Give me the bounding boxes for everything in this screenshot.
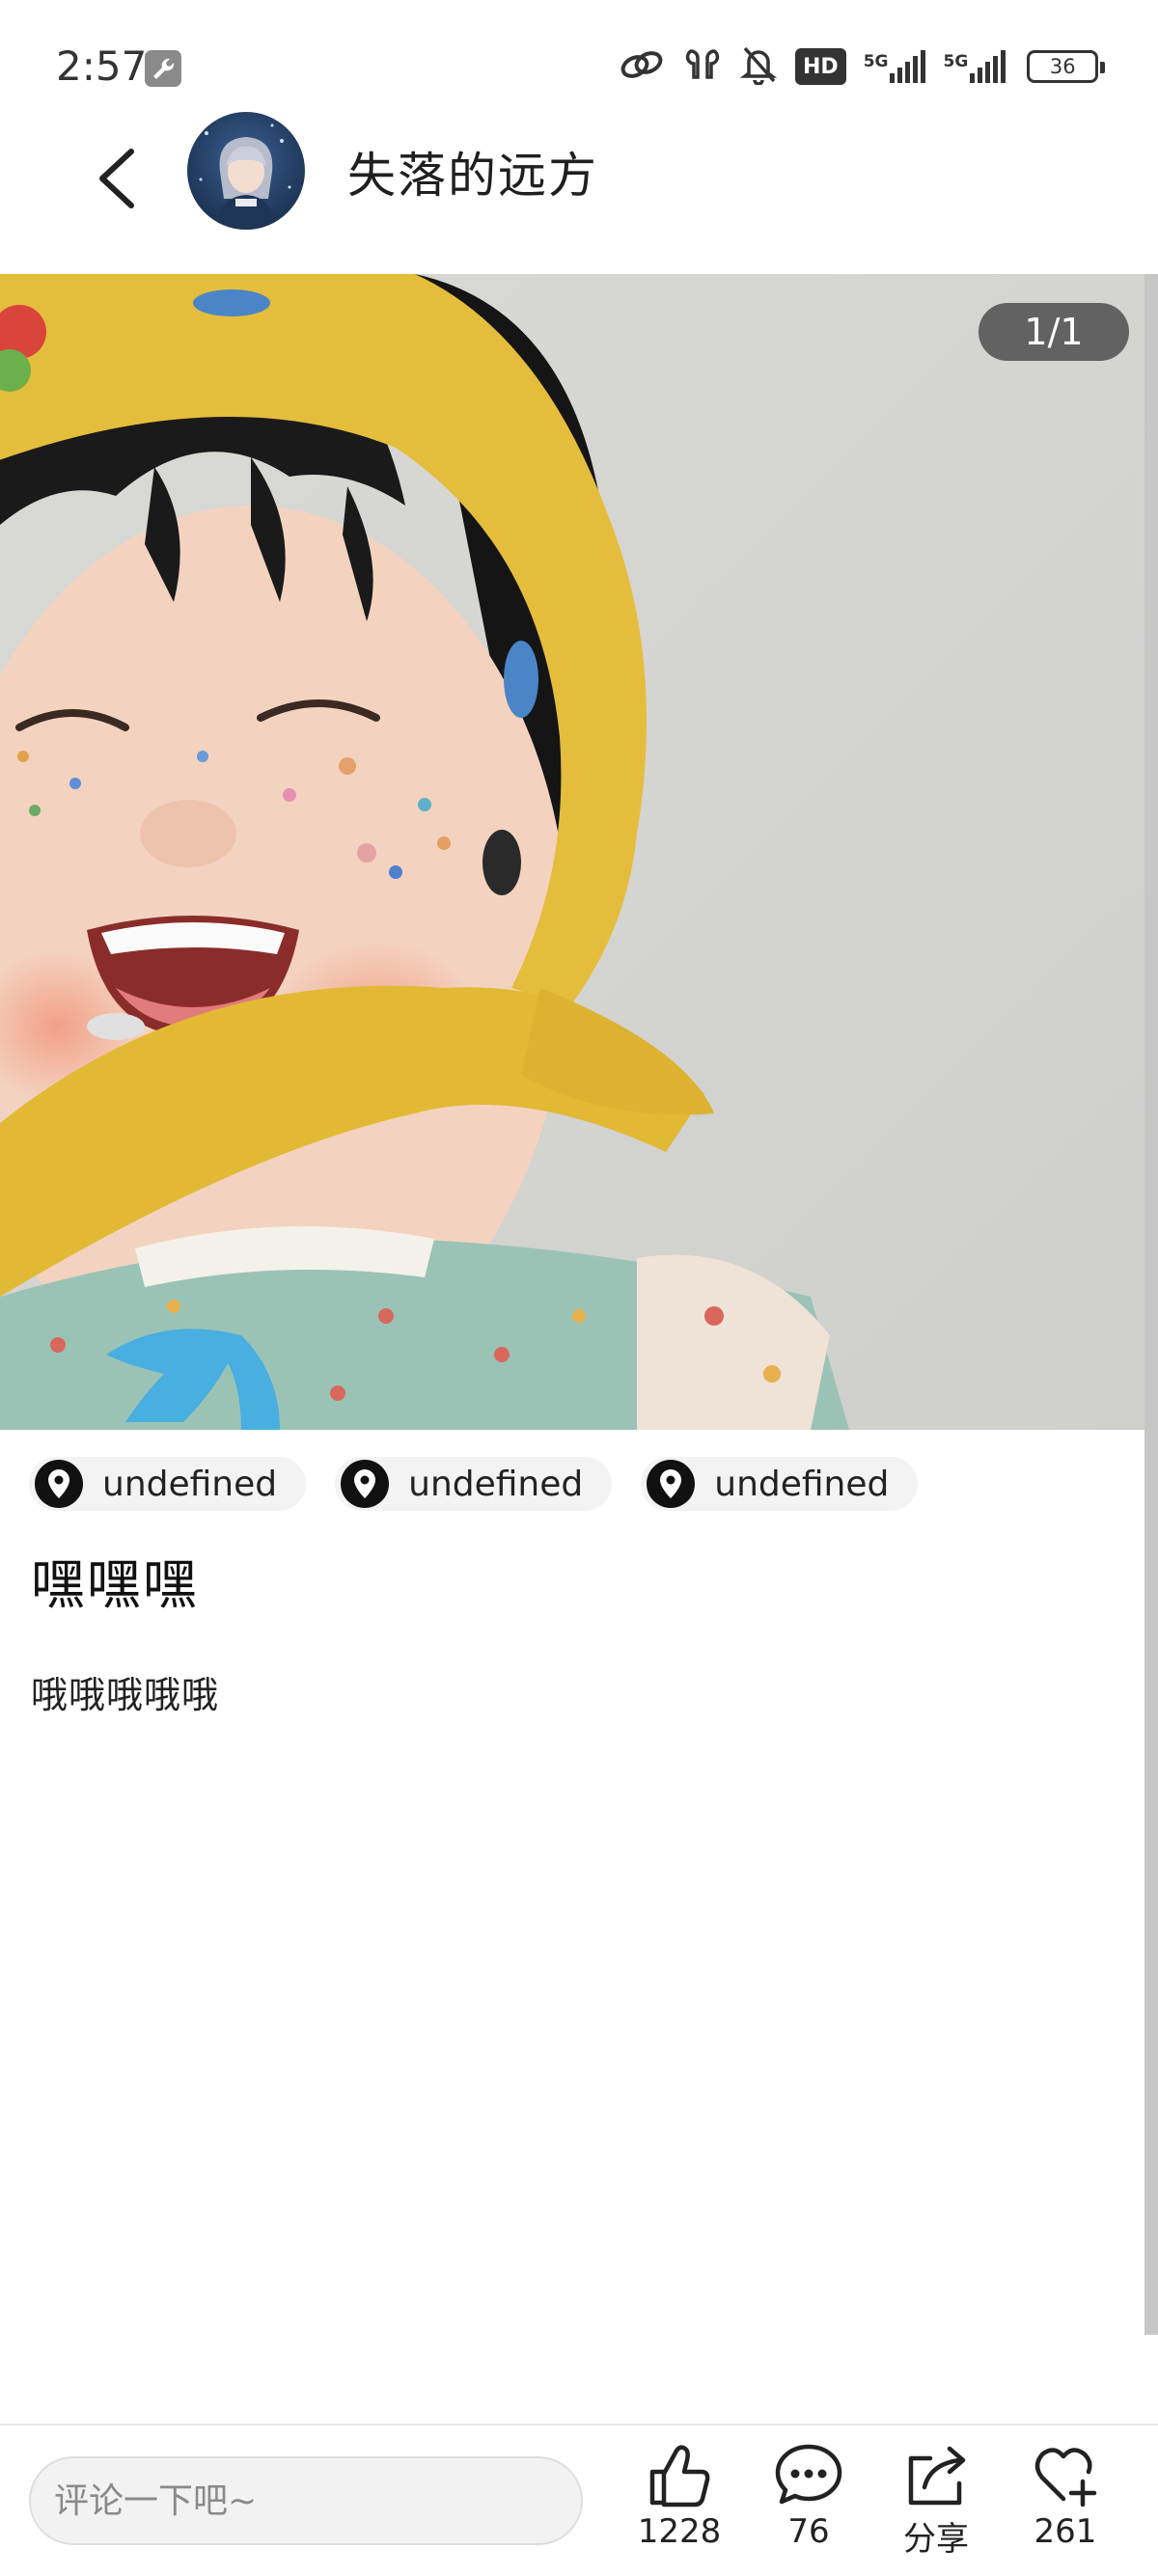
location-tag[interactable]: undefined	[29, 1457, 307, 1511]
back-button[interactable]	[77, 135, 154, 222]
battery-level: 36	[1049, 55, 1076, 78]
location-pin-icon	[647, 1460, 696, 1508]
cellular-signal-1: 5G	[864, 50, 926, 83]
comment-bubble-icon	[775, 2444, 842, 2505]
location-pin-icon	[341, 1460, 390, 1508]
share-button[interactable]: 分享	[878, 2441, 994, 2566]
wrench-icon	[145, 50, 181, 87]
location-pin-icon	[35, 1460, 83, 1508]
post-photo[interactable]: 1/1	[0, 274, 1158, 1430]
comment-button[interactable]: 76	[751, 2441, 867, 2566]
battery-icon: 36	[1027, 50, 1106, 83]
favorite-count: 261	[1034, 2512, 1097, 2551]
location-tags: undefined undefined undefined	[29, 1457, 919, 1511]
favorite-button[interactable]: 261	[1007, 2441, 1123, 2566]
like-button[interactable]: 1228	[621, 2441, 737, 2566]
hd-voice-badge: HD	[795, 48, 846, 85]
bottom-bar-divider	[0, 2424, 1158, 2425]
post-body: 哦哦哦哦哦	[31, 1674, 220, 1716]
bell-muted-icon	[739, 44, 778, 89]
photo-page-indicator: 1/1	[979, 303, 1129, 361]
author-name[interactable]: 失落的远方	[347, 137, 598, 206]
location-tag-label: undefined	[714, 1464, 890, 1504]
location-tag-label: undefined	[102, 1464, 278, 1504]
location-tag-label: undefined	[408, 1464, 584, 1504]
share-icon	[908, 2446, 966, 2506]
post-detail-screen: 2:57 HD 5G 5G 36 失落的远方 1/1 undefined und…	[0, 0, 1158, 2576]
status-icons: HD 5G 5G 36	[618, 42, 1106, 91]
post-title: 嘿嘿嘿	[31, 1554, 199, 1617]
author-avatar[interactable]	[187, 112, 305, 230]
network-type-label: 5G	[863, 52, 889, 71]
link-icon	[618, 45, 666, 88]
comment-input[interactable]	[29, 2456, 583, 2545]
cellular-signal-2: 5G	[943, 50, 1006, 83]
like-count: 1228	[637, 2512, 722, 2551]
signal-bars-icon	[890, 50, 926, 83]
share-label: 分享	[903, 2520, 969, 2559]
network-type-label: 5G	[943, 52, 969, 71]
chevron-left-icon	[99, 149, 134, 208]
location-tag[interactable]: undefined	[335, 1457, 613, 1511]
header: 失落的远方	[0, 106, 1158, 270]
location-tag[interactable]: undefined	[641, 1457, 919, 1511]
comment-count: 76	[787, 2512, 830, 2551]
signal-bars-icon	[970, 50, 1006, 83]
heart-plus-icon	[1034, 2448, 1097, 2507]
scrollbar[interactable]	[1144, 274, 1158, 2335]
earbuds-icon	[683, 45, 722, 88]
thumbs-up-icon	[649, 2445, 710, 2507]
status-time: 2:57	[56, 42, 148, 90]
